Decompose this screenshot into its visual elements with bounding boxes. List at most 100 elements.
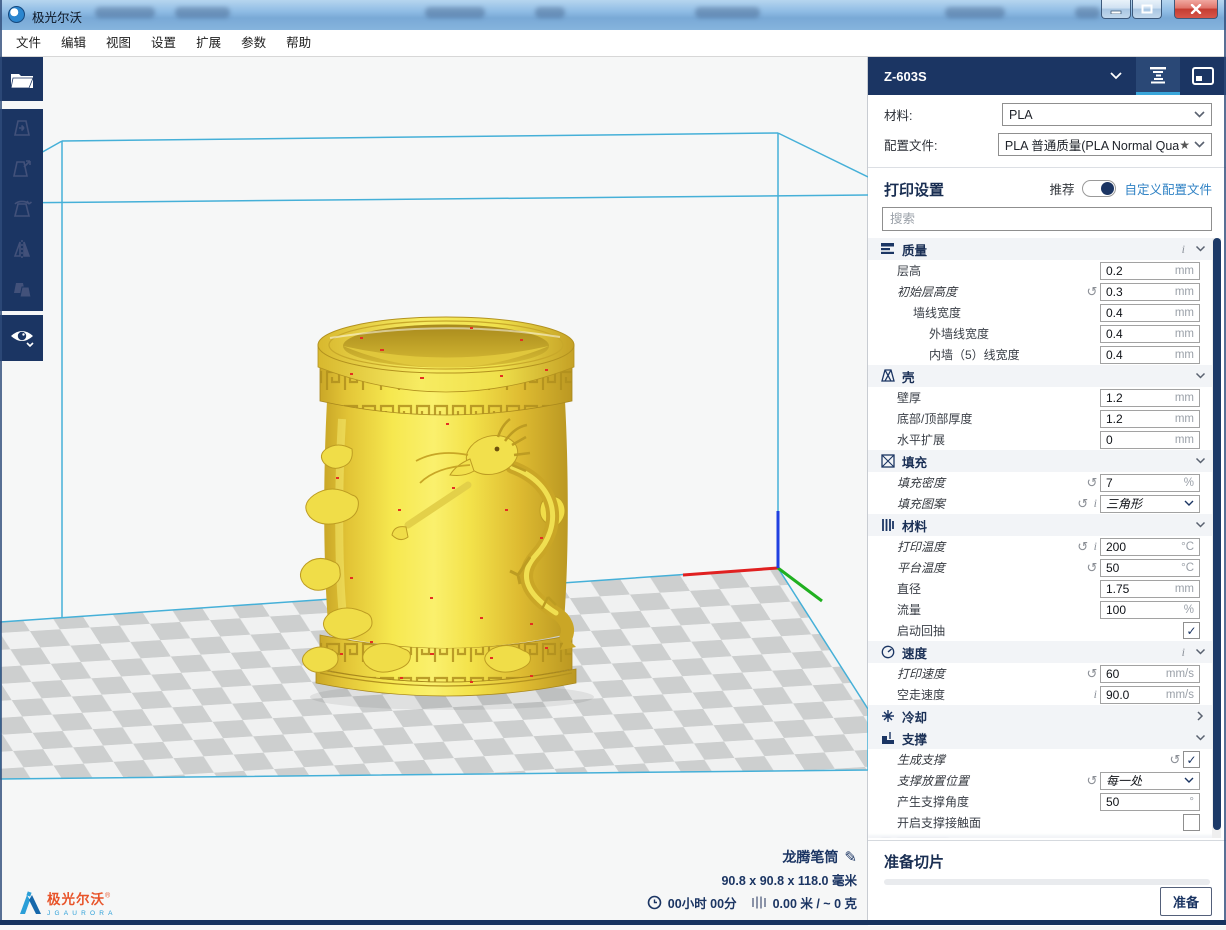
section-header-填充[interactable]: 填充 [868, 450, 1214, 472]
setting-input-水平扩展[interactable]: 0mm [1100, 431, 1200, 449]
reset-to-default-icon[interactable]: ↺ [1084, 560, 1100, 576]
mirror-tool-button[interactable] [0, 229, 43, 269]
setting-checkbox-生成支撑[interactable]: ✓ [1183, 751, 1200, 768]
move-tool-button[interactable] [0, 109, 43, 149]
chevron-down-icon [1195, 372, 1206, 380]
menu-item-视图[interactable]: 视图 [96, 30, 141, 57]
setting-input-底部/顶部厚度[interactable]: 1.2mm [1100, 410, 1200, 428]
mode-toggle[interactable] [1082, 180, 1116, 197]
section-header-壳[interactable]: 壳 [868, 365, 1214, 387]
rotate-tool-button[interactable] [0, 189, 43, 229]
setting-label: 打印速度 [897, 665, 945, 682]
setting-row-初始层高度: 初始层高度↺0.3mm [868, 281, 1214, 302]
rename-pencil-icon[interactable]: ✎ [844, 848, 857, 866]
setting-dropdown-支撑放置位置[interactable]: 每一处 [1100, 772, 1200, 790]
reset-to-default-icon[interactable]: ↺ [1084, 666, 1100, 682]
view-mode-button[interactable] [0, 315, 43, 361]
monitor-tab[interactable] [1180, 57, 1226, 95]
setting-input-内墙（5）线宽度[interactable]: 0.4mm [1100, 346, 1200, 364]
scale-tool-icon [11, 158, 33, 180]
reset-to-default-icon[interactable]: ↺ [1084, 284, 1100, 300]
scale-tool-button[interactable] [0, 149, 43, 189]
title-bar[interactable]: 极光尔沃 [0, 0, 1226, 31]
setting-input-流量[interactable]: 100% [1100, 601, 1200, 619]
menu-item-帮助[interactable]: 帮助 [276, 30, 321, 57]
scrollbar-thumb[interactable] [1213, 238, 1221, 830]
prepare-button[interactable]: 准备 [1160, 887, 1212, 916]
setting-label: 支撑放置位置 [897, 772, 969, 789]
setting-input-外墙线宽度[interactable]: 0.4mm [1100, 325, 1200, 343]
section-title: 材料 [902, 516, 1188, 535]
setting-unit: % [1184, 604, 1194, 616]
section-header-速度[interactable]: 速度i [868, 641, 1214, 663]
maximize-button[interactable] [1132, 0, 1162, 19]
setting-checkbox-启动回抽[interactable]: ✓ [1183, 622, 1200, 639]
section-header-冷却[interactable]: 冷却 [868, 705, 1214, 727]
setting-row-底部/顶部厚度: 底部/顶部厚度1.2mm [868, 408, 1214, 429]
setting-row-内墙（5）线宽度: 内墙（5）线宽度 0.4mm [868, 344, 1214, 365]
prepare-tab[interactable] [1136, 57, 1180, 95]
setting-input-直径[interactable]: 1.75mm [1100, 580, 1200, 598]
setting-input-壁厚[interactable]: 1.2mm [1100, 389, 1200, 407]
reset-to-default-icon[interactable]: ↺ [1167, 752, 1183, 768]
info-icon[interactable]: i [1091, 539, 1100, 554]
setting-input-产生支撑角度[interactable]: 50° [1100, 793, 1200, 811]
setting-unit: °C [1181, 562, 1194, 574]
custom-profile-link[interactable]: 自定义配置文件 [1124, 179, 1212, 198]
reset-to-default-icon[interactable]: ↺ [1084, 773, 1100, 789]
setting-input-空走速度[interactable]: 90.0mm/s [1100, 686, 1200, 704]
search-input[interactable] [882, 207, 1212, 231]
model-name: 龙腾笔筒 [782, 847, 838, 867]
setting-value: 三角形 [1106, 495, 1184, 512]
close-button[interactable] [1174, 0, 1218, 19]
open-file-button[interactable] [0, 57, 43, 101]
setting-row-开启支撑接触面: 开启支撑接触面 [868, 812, 1214, 833]
setting-input-初始层高度[interactable]: 0.3mm [1100, 283, 1200, 301]
profile-dropdown[interactable]: PLA 普通质量(PLA Normal Qua ★ [998, 133, 1212, 156]
reset-to-default-icon[interactable]: ↺ [1075, 539, 1091, 555]
rotate-tool-icon [11, 198, 33, 220]
minimize-button[interactable] [1101, 0, 1131, 19]
setting-label: 墙线宽度 [913, 304, 961, 321]
machine-name[interactable]: Z-603S [884, 69, 927, 84]
menu-item-扩展[interactable]: 扩展 [186, 30, 231, 57]
material-dropdown[interactable]: PLA [1002, 103, 1212, 126]
setting-value: 每一处 [1106, 772, 1184, 789]
setting-row-打印速度: 打印速度 ↺60mm/s [868, 663, 1214, 684]
section-header-支撑[interactable]: 支撑 [868, 727, 1214, 749]
setting-input-打印温度[interactable]: 200°C [1100, 538, 1200, 556]
setting-input-打印速度[interactable]: 60mm/s [1100, 665, 1200, 683]
menu-item-参数[interactable]: 参数 [231, 30, 276, 57]
reset-to-default-icon[interactable]: ↺ [1084, 475, 1100, 491]
setting-label: 填充图案 [897, 495, 945, 512]
checkmark-icon: ✓ [1186, 753, 1196, 767]
machine-chevron-down-icon[interactable] [1110, 72, 1122, 80]
setting-label: 内墙（5）线宽度 [929, 346, 1020, 363]
toolbar-view-group [0, 315, 43, 361]
setting-checkbox-开启支撑接触面[interactable] [1183, 814, 1200, 831]
setting-unit: mm [1175, 328, 1194, 340]
shell-icon [881, 369, 895, 383]
info-icon[interactable]: i [1179, 242, 1188, 257]
per-model-settings-button[interactable] [0, 269, 43, 309]
info-icon[interactable]: i [1091, 687, 1100, 702]
section-header-质量[interactable]: 质量i [868, 238, 1214, 260]
viewport-3d[interactable]: 龙腾笔筒 ✎ 90.8 x 90.8 x 118.0 毫米 00小时 00分 0… [0, 57, 868, 925]
reset-to-default-icon[interactable]: ↺ [1075, 496, 1091, 512]
setting-input-层高[interactable]: 0.2mm [1100, 262, 1200, 280]
menu-item-设置[interactable]: 设置 [141, 30, 186, 57]
chevron-down-icon [1184, 777, 1194, 784]
info-icon[interactable]: i [1091, 496, 1100, 511]
setting-input-墙线宽度[interactable]: 0.4mm [1100, 304, 1200, 322]
info-icon[interactable]: i [1179, 645, 1188, 660]
setting-input-平台温度[interactable]: 50°C [1100, 559, 1200, 577]
chevron-down-icon [1195, 457, 1206, 465]
filament-icon [751, 895, 767, 910]
setting-dropdown-填充图案[interactable]: 三角形 [1100, 495, 1200, 513]
menu-item-编辑[interactable]: 编辑 [51, 30, 96, 57]
section-header-材料[interactable]: 材料 [868, 514, 1214, 536]
setting-input-填充密度[interactable]: 7% [1100, 474, 1200, 492]
menu-item-文件[interactable]: 文件 [6, 30, 51, 57]
chevron-down-icon [1195, 245, 1206, 253]
chevron-down-icon [1194, 141, 1205, 148]
